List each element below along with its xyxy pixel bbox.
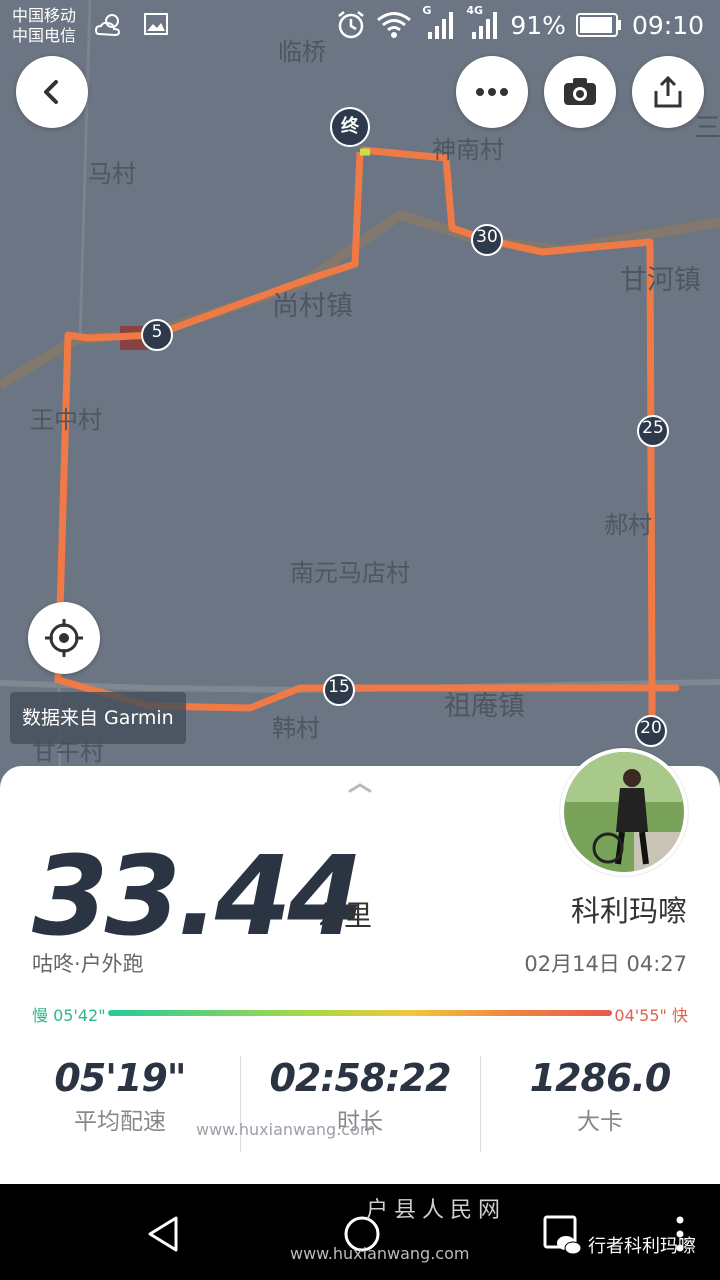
clock: 09:10 bbox=[631, 10, 704, 40]
signal-1: G bbox=[422, 4, 456, 40]
username[interactable]: 科利玛嚓 bbox=[571, 888, 687, 930]
km-label: 20 bbox=[640, 718, 662, 738]
camera-icon bbox=[564, 78, 596, 105]
navigation-bar: 户县人民网 www.huxianwang.com 行者科利玛嚓 bbox=[0, 1184, 720, 1280]
stat-value: 05'19" bbox=[54, 1056, 186, 1100]
summary-sheet[interactable]: 33.44 公里 咕咚·户外跑 科利玛嚓 02月14日 04:27 慢 05'4… bbox=[0, 748, 720, 1184]
weather-icon bbox=[94, 14, 121, 37]
wechat-watermark: 行者科利玛嚓 bbox=[556, 1232, 696, 1258]
carrier-label: 中国电信 bbox=[12, 26, 77, 45]
battery-percent: 91% bbox=[510, 10, 566, 40]
image-icon bbox=[144, 13, 168, 35]
stat-value: 1286.0 bbox=[529, 1056, 672, 1100]
signal-2: 4G bbox=[466, 4, 500, 40]
end-marker-label: 终 bbox=[341, 116, 359, 137]
stat-label: 大卡 bbox=[577, 1109, 623, 1135]
back-nav-icon[interactable] bbox=[144, 1214, 184, 1254]
camera-button[interactable] bbox=[544, 56, 616, 128]
pace-gradient-bar bbox=[108, 1010, 612, 1016]
km-label: 30 bbox=[476, 227, 498, 247]
more-dots-icon bbox=[476, 88, 508, 96]
watermark-title: 户县人民网 bbox=[366, 1198, 507, 1223]
activity-type: 咕咚·户外跑 bbox=[32, 952, 144, 976]
avatar[interactable] bbox=[560, 748, 688, 876]
alarm-icon bbox=[338, 11, 365, 39]
distance-value: 33.44 bbox=[32, 832, 364, 960]
km-label: 15 bbox=[328, 677, 350, 697]
wechat-icon bbox=[557, 1236, 582, 1255]
share-icon bbox=[654, 75, 682, 108]
chevron-up-icon[interactable] bbox=[346, 780, 374, 794]
route-map[interactable]: 临桥 马村 神南村 尚村镇 甘河镇 王中村 郝村 南元马店村 韩村 祖庵镇 甘午… bbox=[0, 0, 720, 790]
share-button[interactable] bbox=[632, 56, 704, 128]
stat-calories: 1286.0 大卡 bbox=[480, 1056, 720, 1136]
data-source-label: 数据来自 Garmin bbox=[10, 692, 186, 744]
pace-slow-label: 慢 05'42" bbox=[32, 1006, 106, 1025]
distance-unit: 公里 bbox=[316, 899, 373, 932]
avatar-photo bbox=[564, 752, 684, 872]
wechat-account: 行者科利玛嚓 bbox=[588, 1236, 696, 1257]
activity-datetime: 02月14日 04:27 bbox=[524, 952, 687, 976]
back-button[interactable] bbox=[16, 56, 88, 128]
more-button[interactable] bbox=[456, 56, 528, 128]
locate-button[interactable] bbox=[28, 602, 100, 674]
wifi-icon bbox=[377, 12, 412, 38]
crosshair-icon bbox=[45, 619, 83, 657]
chevron-left-icon bbox=[44, 80, 58, 104]
carrier-label: 中国移动 bbox=[12, 6, 77, 25]
pace-fast-label: 04'55" 快 bbox=[614, 1006, 688, 1025]
status-bar: 中国移动 中国电信 G 4G 91% 09:10 bbox=[0, 0, 720, 50]
watermark: www.huxianwang.com bbox=[196, 1120, 376, 1139]
km-label: 5 bbox=[151, 322, 163, 342]
watermark-url: www.huxianwang.com bbox=[290, 1244, 470, 1263]
stat-value: 02:58:22 bbox=[269, 1056, 451, 1100]
km-label: 25 bbox=[642, 418, 664, 438]
battery-icon bbox=[575, 13, 621, 37]
